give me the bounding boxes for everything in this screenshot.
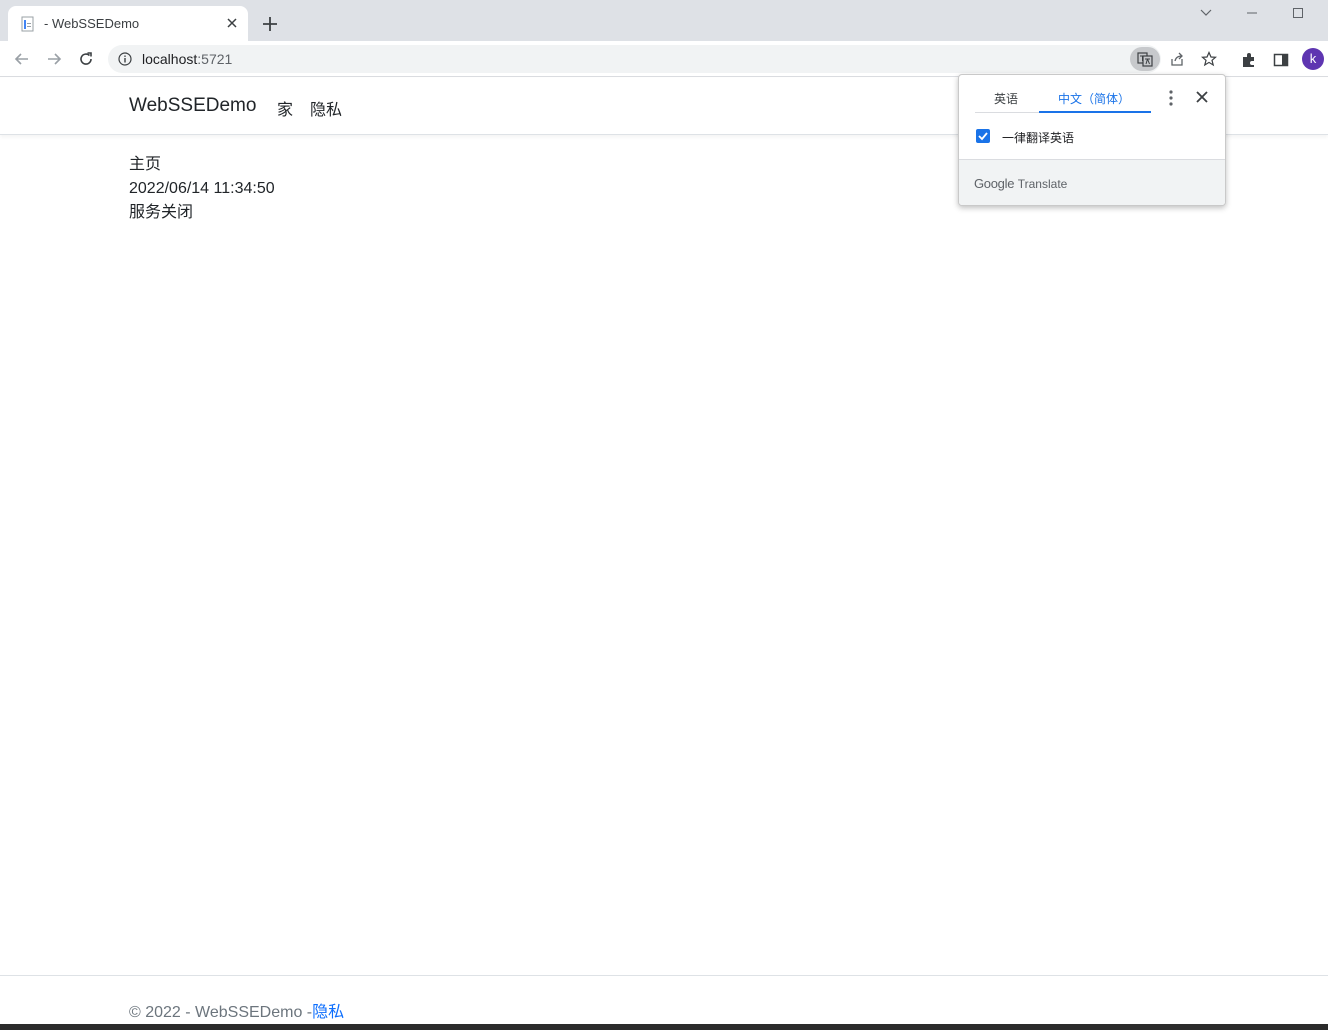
main-content: 主页 2022/06/14 11:34:50 服务关闭 <box>129 153 275 225</box>
os-taskbar <box>0 1024 1328 1030</box>
translate-icon <box>1137 52 1153 67</box>
maximize-icon[interactable] <box>1286 4 1310 22</box>
tab-title: - WebSSEDemo <box>44 16 140 31</box>
footer-copyright: © 2022 - WebSSEDemo - <box>129 1004 313 1021</box>
bookmark-star-icon[interactable] <box>1201 51 1217 67</box>
browser-tab[interactable]: - WebSSEDemo <box>8 6 248 41</box>
google-logo-text: Google <box>974 176 1015 191</box>
page-heading: 主页 <box>129 156 162 173</box>
minimize-icon[interactable] <box>1240 4 1264 22</box>
nav-link-privacy[interactable]: 隐私 <box>310 96 342 120</box>
footer-text: © 2022 - WebSSEDemo -隐私 <box>129 998 344 1022</box>
site-info-icon[interactable] <box>118 52 132 66</box>
close-tab-icon[interactable] <box>224 15 240 31</box>
nav-link-home[interactable]: 家 <box>277 96 293 120</box>
profile-avatar[interactable]: k <box>1302 48 1324 70</box>
site-footer: © 2022 - WebSSEDemo -隐私 <box>0 975 1328 1024</box>
translate-popup-footer: Google Translate <box>959 159 1225 205</box>
translate-button[interactable] <box>1130 47 1160 71</box>
back-icon[interactable] <box>12 49 32 69</box>
checkmark-icon <box>978 132 988 141</box>
always-translate-label[interactable]: 一律翻译英语 <box>1002 129 1074 146</box>
site-brand[interactable]: WebSSEDemo <box>129 95 256 117</box>
address-bar[interactable]: localhost:5721 <box>108 45 1217 73</box>
tab-source-language[interactable]: 英语 <box>994 90 1018 107</box>
close-icon[interactable] <box>1195 90 1209 104</box>
tab-strip: - WebSSEDemo <box>0 0 1328 41</box>
active-tab-indicator <box>1039 111 1151 113</box>
tab-search-icon[interactable] <box>1194 4 1218 22</box>
side-panel-icon[interactable] <box>1272 51 1290 69</box>
event-timestamp: 2022/06/14 11:34:50 <box>129 180 275 197</box>
share-icon[interactable] <box>1169 51 1185 67</box>
forward-icon[interactable] <box>44 49 64 69</box>
page-icon <box>21 16 34 32</box>
tab-target-language[interactable]: 中文（简体） <box>1058 90 1130 107</box>
more-options-icon[interactable] <box>1163 89 1179 107</box>
url-text: localhost:5721 <box>142 51 232 67</box>
browser-toolbar: localhost:5721 k <box>0 41 1328 77</box>
service-status: 服务关闭 <box>129 204 194 221</box>
url-port: :5721 <box>197 51 233 67</box>
translate-logo-text: Translate <box>1017 177 1068 191</box>
new-tab-icon[interactable] <box>259 13 281 35</box>
reload-icon[interactable] <box>76 49 96 69</box>
google-translate-logo: Google Translate <box>974 176 1067 191</box>
url-host: localhost <box>142 51 198 67</box>
always-translate-checkbox[interactable] <box>976 129 990 143</box>
translate-popup: 英语 中文（简体） 一律翻译英语 Google Translate <box>958 74 1226 206</box>
footer-privacy-link[interactable]: 隐私 <box>312 1004 344 1021</box>
extensions-icon[interactable] <box>1240 51 1258 69</box>
